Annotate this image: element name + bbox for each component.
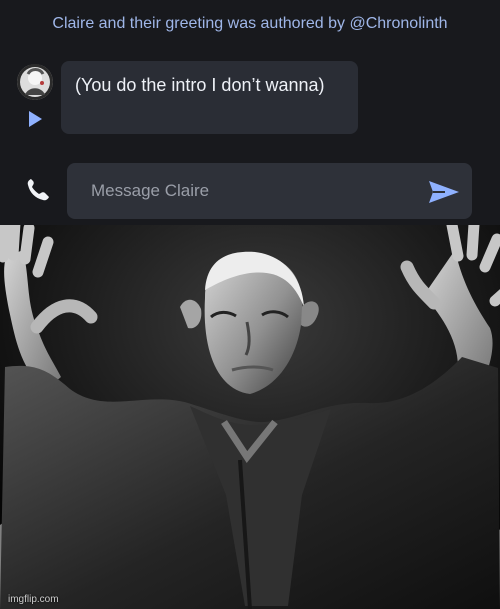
send-icon — [429, 181, 459, 203]
chat-panel: Claire and their greeting was authored b… — [0, 0, 500, 225]
avatar — [17, 64, 53, 100]
meme-screenshot: Claire and their greeting was authored b… — [0, 0, 500, 609]
man-raised-hands-photo — [0, 225, 500, 609]
imgflip-watermark: imgflip.com — [8, 594, 59, 605]
message-input[interactable] — [67, 163, 472, 219]
play-icon[interactable] — [26, 110, 44, 128]
photo: imgflip.com — [0, 225, 500, 609]
send-button[interactable] — [425, 176, 463, 208]
message-bubble: (You do the intro I don’t wanna) — [61, 61, 358, 134]
avatar-image — [17, 64, 53, 100]
phone-icon[interactable] — [24, 176, 52, 204]
author-attribution: Claire and their greeting was authored b… — [52, 15, 448, 32]
message-text: (You do the intro I don’t wanna) — [75, 75, 325, 95]
